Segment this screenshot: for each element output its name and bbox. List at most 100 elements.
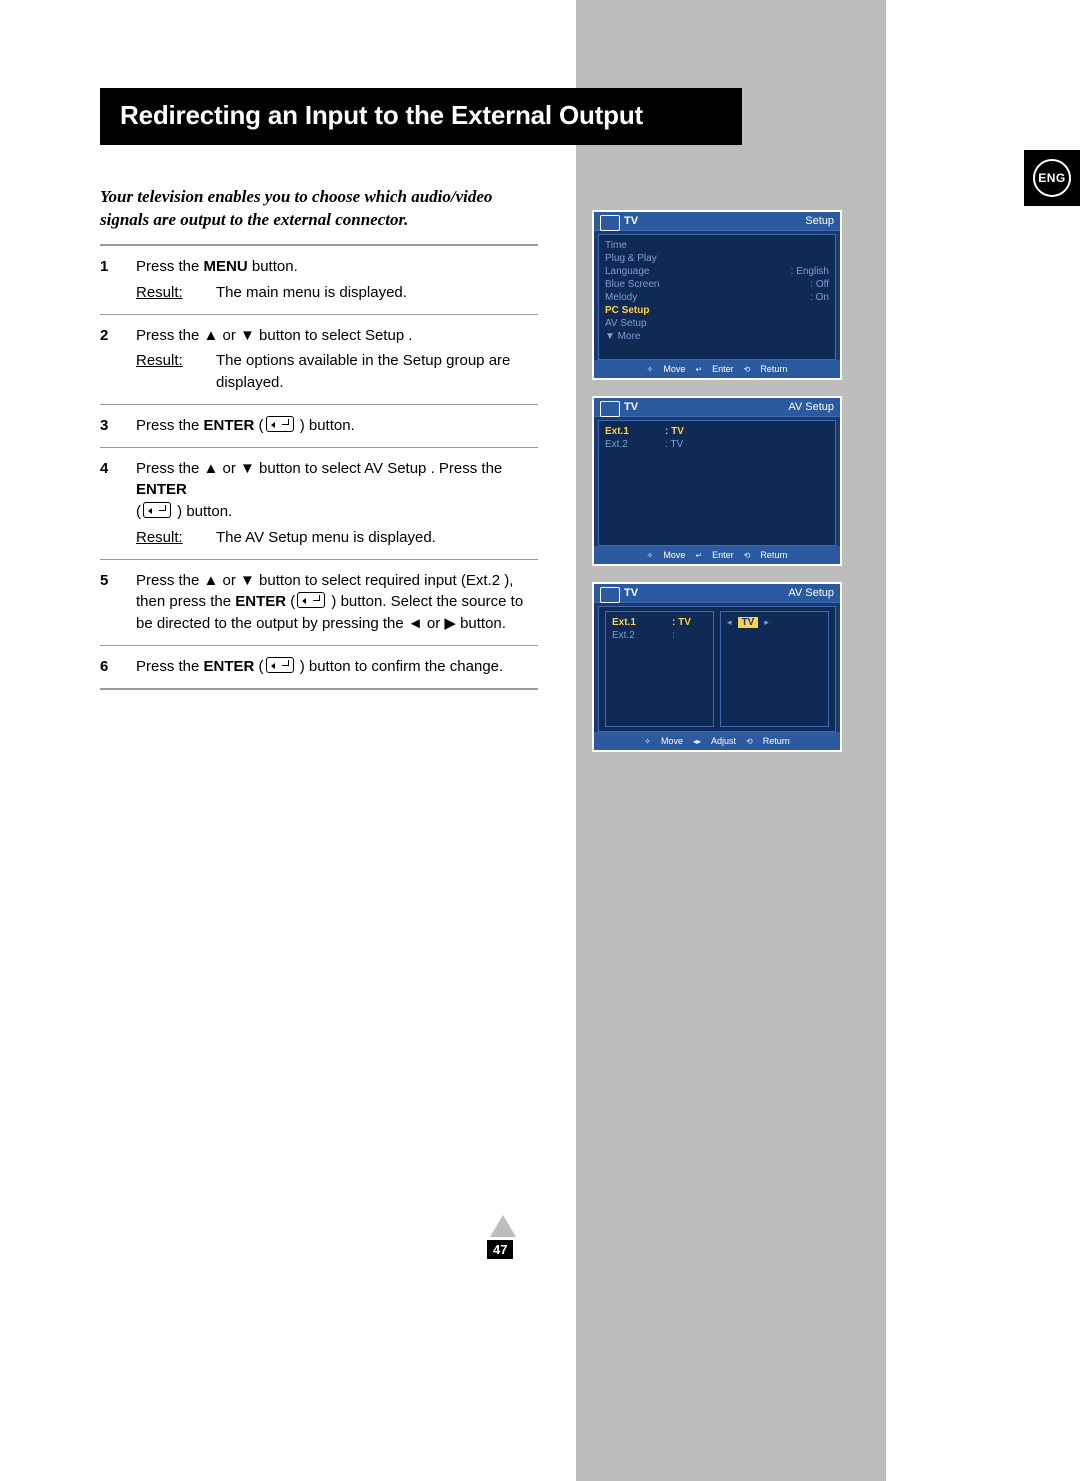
osd-row-label: Ext.1 — [605, 426, 665, 437]
step-number: 6 — [100, 656, 136, 678]
osd-row: Time — [605, 239, 829, 252]
step-bold: ENTER — [204, 658, 255, 675]
step-text: ( — [286, 593, 295, 610]
step-text: Press the ▲ or ▼ button to select AV Set… — [136, 460, 502, 477]
result-text: The options available in the Setup group… — [216, 350, 538, 394]
osd-row: ▼ More — [605, 330, 829, 343]
osd-footer: ✧Move ↵Enter ⟲Return — [594, 360, 840, 378]
osd-row: Plug & Play — [605, 252, 829, 265]
osd-header: TV Setup — [594, 212, 840, 231]
osd-body: Ext.1: TV Ext.2: ◂ TV ▸ — [598, 606, 836, 732]
chevron-left-icon: ◂ — [727, 617, 732, 628]
step-number: 3 — [100, 415, 136, 437]
osd-footer-return: Return — [763, 736, 790, 746]
steps-list: 1 Press the MENU button. Result: The mai… — [100, 244, 538, 690]
osd-row-value: : TV — [665, 426, 684, 437]
step-row: 5 Press the ▲ or ▼ button to select requ… — [100, 560, 538, 646]
osd-row-value: : English — [791, 266, 829, 277]
enter-icon — [297, 592, 325, 608]
osd-selected-value: TV — [738, 617, 759, 628]
osd-row: Ext.2: TV — [605, 438, 829, 451]
step-text: Press the ▲ or ▼ button to select Setup … — [136, 327, 413, 344]
osd-footer-return: Return — [760, 550, 787, 560]
osd-header: TV AV Setup — [594, 584, 840, 603]
osd-row-label: Ext.1 — [612, 617, 672, 628]
osd-row-value: : Off — [810, 279, 829, 290]
osd-row-label: ▼ More — [605, 331, 640, 342]
arrow-lr-icon: ◂▸ — [693, 737, 701, 746]
arrow-icon: ✧ — [644, 737, 651, 746]
osd-title-left: TV — [624, 215, 638, 227]
page-number: 47 — [487, 1240, 513, 1259]
result-label: Result: — [136, 282, 216, 304]
step-body: Press the ▲ or ▼ button to select AV Set… — [136, 458, 538, 549]
result-label: Result: — [136, 527, 216, 549]
osd-row: Melody: On — [605, 291, 829, 304]
step-bold: ENTER — [204, 417, 255, 434]
osd-column-left: Ext.1: TV Ext.2: — [605, 611, 714, 727]
page-title: Redirecting an Input to the External Out… — [120, 100, 722, 131]
step-text: ) button. — [296, 417, 355, 434]
step-body: Press the ▲ or ▼ button to select Setup … — [136, 325, 538, 394]
osd-row: Language : English — [605, 265, 829, 278]
step-body: Press the ▲ or ▼ button to select requir… — [136, 570, 538, 635]
osd-title-right: AV Setup — [788, 401, 834, 413]
step-bold: ENTER — [136, 481, 187, 498]
osd-row-highlighted: PC Setup — [605, 304, 829, 317]
title-block: Redirecting an Input to the External Out… — [100, 88, 742, 145]
enter-mini-icon: ↵ — [695, 551, 702, 560]
enter-icon — [266, 657, 294, 673]
result-row: Result: The options available in the Set… — [136, 350, 538, 394]
tv-icon — [600, 215, 620, 231]
osd-row-label: Plug & Play — [605, 253, 657, 264]
step-text: Press the — [136, 258, 204, 275]
step-text: ) button to confirm the change. — [296, 658, 504, 675]
language-badge: ENG — [1024, 150, 1080, 206]
language-code: ENG — [1033, 159, 1071, 197]
osd-title-right: Setup — [805, 215, 834, 227]
step-text: Press the — [136, 417, 204, 434]
page-pointer-icon — [490, 1215, 516, 1237]
osd-footer-adjust: Adjust — [711, 736, 736, 746]
osd-row-label: Language — [605, 266, 650, 277]
tv-icon — [600, 401, 620, 417]
osd-row: ◂ TV ▸ — [727, 616, 822, 629]
step-text: ( — [254, 417, 263, 434]
step-row: 1 Press the MENU button. Result: The mai… — [100, 244, 538, 315]
osd-footer-move: Move — [661, 736, 683, 746]
step-bold: ENTER — [235, 593, 286, 610]
osd-row-label: PC Setup — [605, 305, 649, 316]
osd-row-label: Ext.2 — [605, 439, 665, 450]
return-mini-icon: ⟲ — [744, 551, 751, 560]
osd-row-highlighted: Ext.1: TV — [605, 425, 829, 438]
step-number: 2 — [100, 325, 136, 394]
osd-avsetup-menu: TV AV Setup Ext.1: TV Ext.2: TV ✧Move ↵E… — [592, 396, 842, 566]
osd-body: Ext.1: TV Ext.2: TV — [598, 420, 836, 546]
result-text: The AV Setup menu is displayed. — [216, 527, 538, 549]
result-row: Result: The AV Setup menu is displayed. — [136, 527, 538, 549]
osd-title-left: TV — [624, 401, 638, 413]
osd-row-label: Blue Screen — [605, 279, 659, 290]
osd-row-label: Time — [605, 240, 627, 251]
osd-footer: ✧Move ↵Enter ⟲Return — [594, 546, 840, 564]
osd-footer: ✧ Move ◂▸ Adjust ⟲ Return — [594, 732, 840, 750]
intro-text: Your television enables you to choose wh… — [100, 186, 540, 232]
osd-row-value: : TV — [665, 439, 683, 450]
osd-row-value: : On — [810, 292, 829, 303]
osd-header: TV AV Setup — [594, 398, 840, 417]
osd-setup-menu: TV Setup Time Plug & Play Language : Engl… — [592, 210, 842, 380]
step-row: 2 Press the ▲ or ▼ button to select Setu… — [100, 315, 538, 405]
osd-title-right: AV Setup — [788, 587, 834, 599]
return-mini-icon: ⟲ — [746, 737, 753, 746]
result-label: Result: — [136, 350, 216, 394]
step-text: ( — [136, 503, 141, 520]
osd-row: AV Setup — [605, 317, 829, 330]
manual-page: ENG Redirecting an Input to the External… — [0, 0, 1080, 1481]
osd-row: Blue Screen : Off — [605, 278, 829, 291]
return-mini-icon: ⟲ — [744, 365, 751, 374]
step-number: 5 — [100, 570, 136, 635]
step-text: ) button. — [173, 503, 232, 520]
osd-row-label: AV Setup — [605, 318, 647, 329]
osd-footer-move: Move — [663, 550, 685, 560]
osd-footer-enter: Enter — [712, 550, 734, 560]
